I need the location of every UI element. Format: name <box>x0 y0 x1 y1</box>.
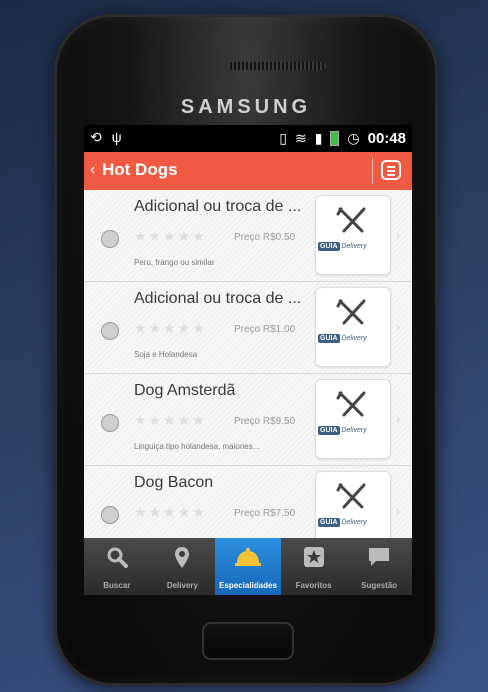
search-icon <box>107 547 128 568</box>
usb-icon: ψ <box>111 129 122 145</box>
home-button[interactable] <box>202 622 294 660</box>
guia-delivery-logo: GUIA Delivery <box>318 518 388 527</box>
select-radio[interactable] <box>101 322 119 340</box>
chevron-right-icon: › <box>396 228 400 242</box>
list-item[interactable]: Adicional ou troca de ... ★★★★★ Preço R$… <box>84 282 412 374</box>
battery-icon <box>330 131 340 146</box>
signal-icon: ▮ <box>314 130 323 146</box>
tab-especialidades[interactable]: Especialidades <box>215 538 281 595</box>
status-right-icons: ▯ ≋ ▮ ◷ 00:48 <box>279 130 406 147</box>
select-radio[interactable] <box>101 506 119 524</box>
item-price: Preço R$1.00 <box>234 324 296 335</box>
list-menu-icon[interactable] <box>381 160 401 180</box>
guia-delivery-card[interactable]: GUIA Delivery <box>315 287 391 367</box>
item-description: Linguiça tipo holandesa, maiones... <box>134 442 260 451</box>
app-bar-divider <box>372 158 373 184</box>
status-left-icons: ⟲ ψ <box>90 129 122 146</box>
status-bar: ⟲ ψ ▯ ≋ ▮ ◷ 00:48 <box>84 125 412 152</box>
product-list: Adicional ou troca de ... ★★★★★ Preço R$… <box>84 190 412 538</box>
rating-stars: ★★★★★ <box>134 504 207 520</box>
earpiece-speaker <box>228 62 326 70</box>
tab-delivery[interactable]: Delivery <box>150 538 216 595</box>
tab-label: Buscar <box>103 581 131 590</box>
guia-label: GUIA <box>318 334 340 343</box>
guia-delivery-card[interactable]: GUIA Delivery <box>315 379 391 459</box>
guia-delivery-logo: GUIA Delivery <box>318 334 388 343</box>
list-item[interactable]: Adicional ou troca de ... ★★★★★ Preço R$… <box>84 190 412 282</box>
item-name: Dog Bacon <box>134 474 214 491</box>
rating-stars: ★★★★★ <box>134 228 207 244</box>
brand-logo: SAMSUNG <box>180 96 312 118</box>
cloche-icon <box>234 548 261 566</box>
bottom-tab-bar: Buscar Delivery Especialidades Favoritos <box>84 538 412 595</box>
item-name: Adicional ou troca de ... <box>134 290 302 307</box>
list-item[interactable]: Dog Amsterdã ★★★★★ Preço R$9.50 Linguiça… <box>84 374 412 466</box>
alarm-icon: ◷ <box>347 130 360 146</box>
back-icon[interactable]: ‹ <box>90 161 95 179</box>
tab-label: Favoritos <box>295 581 332 590</box>
guia-delivery-logo: GUIA Delivery <box>318 242 388 251</box>
list-item[interactable]: Dog Bacon ★★★★★ Preço R$7.50 GUIA Delive… <box>84 466 412 538</box>
vibrate-icon: ▯ <box>279 130 287 146</box>
item-name: Dog Amsterdã <box>134 382 236 399</box>
app-bar: ‹ Hot Dogs <box>84 152 412 190</box>
tab-buscar[interactable]: Buscar <box>84 538 150 595</box>
fork-knife-icon <box>336 391 366 417</box>
chevron-right-icon: › <box>396 412 400 426</box>
select-radio[interactable] <box>101 414 119 432</box>
item-price: Preço R$9.50 <box>234 416 296 427</box>
wifi-icon: ≋ <box>294 130 307 146</box>
rating-stars: ★★★★★ <box>134 320 207 336</box>
guia-delivery-card[interactable]: GUIA Delivery <box>315 195 391 275</box>
item-price: Preço R$0.50 <box>234 232 296 243</box>
fork-knife-icon <box>336 207 366 233</box>
rating-stars: ★★★★★ <box>134 412 207 428</box>
sync-icon: ⟲ <box>90 129 102 145</box>
fork-knife-icon <box>336 483 366 509</box>
delivery-label: Delivery <box>341 335 367 342</box>
guia-delivery-card[interactable]: GUIA Delivery <box>315 471 391 538</box>
guia-label: GUIA <box>318 426 340 435</box>
guia-label: GUIA <box>318 518 340 527</box>
item-name: Adicional ou troca de ... <box>134 198 302 215</box>
tab-label: Sugestão <box>361 581 398 590</box>
tab-label: Especialidades <box>219 581 277 590</box>
select-radio[interactable] <box>101 230 119 248</box>
item-description: Soja e Holandesa <box>134 350 198 359</box>
tab-label: Delivery <box>166 581 198 590</box>
fork-knife-icon <box>336 299 366 325</box>
clock: 00:48 <box>367 130 406 147</box>
delivery-label: Delivery <box>341 243 367 250</box>
chevron-right-icon: › <box>396 320 400 334</box>
item-price: Preço R$7.50 <box>234 508 296 519</box>
guia-delivery-logo: GUIA Delivery <box>318 426 388 435</box>
screen: ⟲ ψ ▯ ≋ ▮ ◷ 00:48 ‹ Hot Dogs Adicional o… <box>84 125 412 595</box>
delivery-label: Delivery <box>341 519 367 526</box>
tab-favoritos[interactable]: Favoritos <box>281 538 347 595</box>
location-pin-icon <box>175 547 190 568</box>
guia-label: GUIA <box>318 242 340 251</box>
delivery-label: Delivery <box>341 427 367 434</box>
star-icon <box>303 547 324 567</box>
chat-icon <box>369 548 390 566</box>
tab-sugestao[interactable]: Sugestão <box>346 538 412 595</box>
chevron-right-icon: › <box>396 504 400 518</box>
item-description: Peru, frango ou similar <box>134 258 215 267</box>
page-title[interactable]: Hot Dogs <box>102 160 178 180</box>
